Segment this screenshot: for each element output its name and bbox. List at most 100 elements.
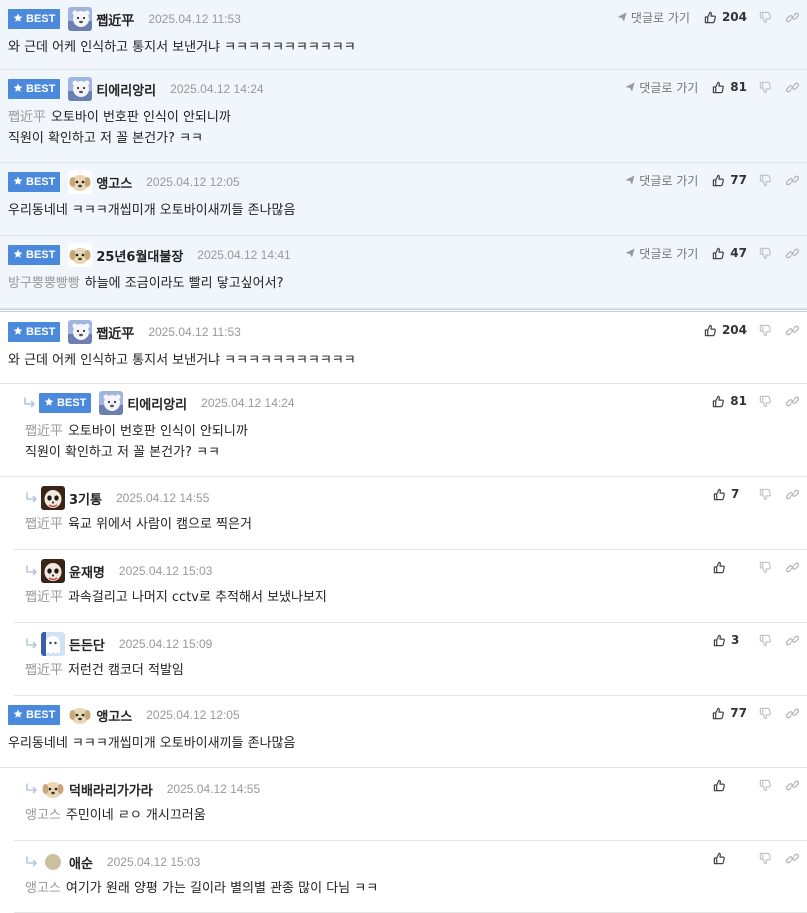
- mention-nickname[interactable]: 쨉近平: [25, 424, 63, 439]
- nickname[interactable]: 덕배라리가가라: [69, 780, 153, 799]
- like-button[interactable]: [713, 779, 747, 792]
- like-button[interactable]: 77: [712, 173, 747, 187]
- send-icon: [625, 82, 639, 92]
- like-button[interactable]: [713, 852, 747, 865]
- comment-meta: 든든단 2025.04.12 15:09: [25, 632, 212, 656]
- like-count: 77: [730, 173, 747, 187]
- copy-link-button[interactable]: [786, 247, 799, 260]
- avatar[interactable]: [41, 559, 65, 583]
- comment-meta: 애순 2025.04.12 15:03: [25, 850, 200, 874]
- dislike-button[interactable]: [759, 247, 772, 260]
- goto-comment-link[interactable]: 댓글로 가기: [625, 172, 698, 189]
- nickname[interactable]: 쨉近平: [96, 10, 134, 29]
- comment-meta: BEST 앵고스 2025.04.12 12:05: [8, 703, 240, 727]
- comment-actions: 7: [713, 483, 799, 505]
- mention-nickname[interactable]: 쨉近平: [8, 110, 46, 125]
- comment: BEST 앵고스 2025.04.12 12:05 77 우리동네네 ㅋㅋㅋ개씹미개 오…: [0, 696, 807, 768]
- avatar[interactable]: [41, 486, 65, 510]
- copy-link-button[interactable]: [786, 324, 799, 337]
- mention-nickname[interactable]: 앵고스: [25, 881, 61, 896]
- copy-link-button[interactable]: [786, 852, 799, 865]
- thumbs-down-icon: [759, 561, 772, 574]
- like-button[interactable]: 77: [712, 706, 747, 720]
- dislike-button[interactable]: [759, 11, 772, 24]
- mention-nickname[interactable]: 쨉近平: [25, 590, 63, 605]
- dislike-button[interactable]: [759, 174, 772, 187]
- dislike-button[interactable]: [759, 81, 772, 94]
- like-button[interactable]: [713, 561, 747, 574]
- dislike-button[interactable]: [759, 488, 772, 501]
- thumbs-up-icon: [712, 174, 730, 187]
- goto-comment-link[interactable]: 댓글로 가기: [617, 9, 690, 26]
- dislike-button[interactable]: [759, 561, 772, 574]
- avatar[interactable]: [68, 320, 93, 344]
- dislike-button[interactable]: [759, 779, 772, 792]
- copy-link-button[interactable]: [786, 81, 799, 94]
- copy-link-button[interactable]: [786, 11, 799, 24]
- nickname[interactable]: 티에리앙리: [96, 80, 156, 99]
- like-button[interactable]: 204: [704, 323, 747, 337]
- nickname[interactable]: 든든단: [69, 635, 105, 654]
- goto-comment-label: 댓글로 가기: [639, 246, 699, 261]
- mention-nickname[interactable]: 쨉近平: [25, 663, 63, 678]
- avatar[interactable]: [68, 170, 93, 194]
- link-icon: [786, 634, 799, 647]
- like-button[interactable]: 3: [713, 633, 747, 647]
- thumbs-up-icon: [712, 81, 730, 94]
- thumbs-up-icon: [704, 11, 722, 24]
- nickname[interactable]: 티에리앙리: [127, 394, 187, 413]
- avatar[interactable]: [41, 777, 65, 801]
- comment-date: 2025.04.12 11:53: [148, 12, 241, 26]
- like-button[interactable]: 81: [712, 80, 747, 94]
- nickname[interactable]: 쨉近平: [96, 323, 134, 342]
- mention-nickname[interactable]: 쨉近平: [25, 517, 63, 532]
- comment-body: 쨉近平 육교 위에서 사람이 캠으로 찍은거: [25, 514, 252, 535]
- avatar[interactable]: [68, 703, 93, 727]
- goto-comment-label: 댓글로 가기: [639, 173, 699, 188]
- avatar[interactable]: [41, 632, 65, 656]
- copy-link-button[interactable]: [786, 707, 799, 720]
- comment-line: 쨉近平 육교 위에서 사람이 캠으로 찍은거: [25, 514, 252, 535]
- nickname[interactable]: 3기통: [69, 489, 102, 508]
- avatar[interactable]: [68, 7, 93, 31]
- avatar[interactable]: [68, 243, 93, 267]
- dislike-button[interactable]: [759, 634, 772, 647]
- comment-date: 2025.04.12 14:24: [201, 396, 295, 410]
- avatar[interactable]: [41, 850, 65, 874]
- like-button[interactable]: 81: [712, 394, 747, 408]
- comment-actions: 댓글로 가기 81: [625, 76, 799, 98]
- comment-body: 우리동네네 ㅋㅋㅋ개씹미개 오토바이새끼들 존나많음: [8, 733, 295, 754]
- link-icon: [786, 395, 799, 408]
- nickname[interactable]: 25년6월대불장: [96, 246, 183, 265]
- like-button[interactable]: 47: [712, 246, 747, 260]
- avatar[interactable]: [99, 391, 124, 415]
- nickname[interactable]: 애순: [69, 853, 93, 872]
- dislike-button[interactable]: [759, 852, 772, 865]
- comment-meta: BEST 쨉近平 2025.04.12 11:53: [8, 7, 241, 31]
- copy-link-button[interactable]: [786, 634, 799, 647]
- dislike-button[interactable]: [759, 707, 772, 720]
- best-badge: BEST: [8, 705, 61, 725]
- avatar[interactable]: [68, 77, 93, 101]
- copy-link-button[interactable]: [786, 779, 799, 792]
- copy-link-button[interactable]: [786, 488, 799, 501]
- copy-link-button[interactable]: [786, 174, 799, 187]
- like-button[interactable]: 204: [704, 10, 747, 24]
- dislike-button[interactable]: [759, 324, 772, 337]
- mention-nickname[interactable]: 방구뿡뿡빵빵: [8, 276, 80, 291]
- nickname[interactable]: 윤재명: [69, 562, 105, 581]
- copy-link-button[interactable]: [786, 561, 799, 574]
- comment-actions: 댓글로 가기 204: [617, 6, 799, 28]
- nickname[interactable]: 앵고스: [96, 173, 132, 192]
- reply-arrow-icon: [25, 638, 39, 650]
- star-icon: [13, 249, 23, 262]
- best-badge: BEST: [8, 172, 61, 192]
- goto-comment-link[interactable]: 댓글로 가기: [625, 245, 698, 262]
- comment-date: 2025.04.12 11:53: [148, 325, 241, 339]
- copy-link-button[interactable]: [786, 395, 799, 408]
- like-button[interactable]: 7: [713, 487, 747, 501]
- goto-comment-link[interactable]: 댓글로 가기: [625, 79, 698, 96]
- dislike-button[interactable]: [759, 395, 772, 408]
- nickname[interactable]: 앵고스: [96, 706, 132, 725]
- mention-nickname[interactable]: 앵고스: [25, 808, 61, 823]
